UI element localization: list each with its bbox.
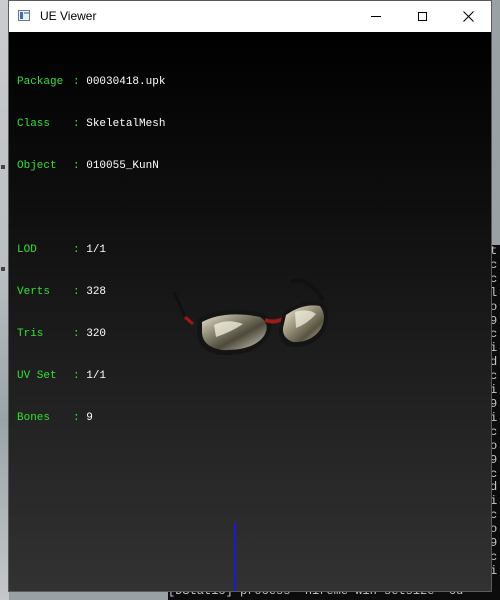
app-window-icon — [18, 10, 30, 21]
resize-handle-icon — [1, 267, 5, 271]
maximize-button[interactable] — [399, 1, 445, 32]
minimize-icon — [371, 16, 381, 17]
close-icon — [462, 11, 474, 22]
window-title: UE Viewer — [40, 9, 97, 23]
render-viewport[interactable]: Package: 00030418.upk Class: SkeletalMes… — [9, 32, 491, 591]
axis-line — [234, 523, 236, 591]
title-bar[interactable]: UE Viewer — [9, 1, 491, 32]
sunglasses-mesh — [172, 278, 329, 356]
close-button[interactable] — [445, 1, 491, 32]
maximize-icon — [417, 12, 427, 21]
resize-handle-icon — [1, 165, 5, 169]
ue-viewer-window: UE Viewer Package: 00030418.upk Class: S… — [8, 0, 492, 592]
minimize-button[interactable] — [353, 1, 399, 32]
